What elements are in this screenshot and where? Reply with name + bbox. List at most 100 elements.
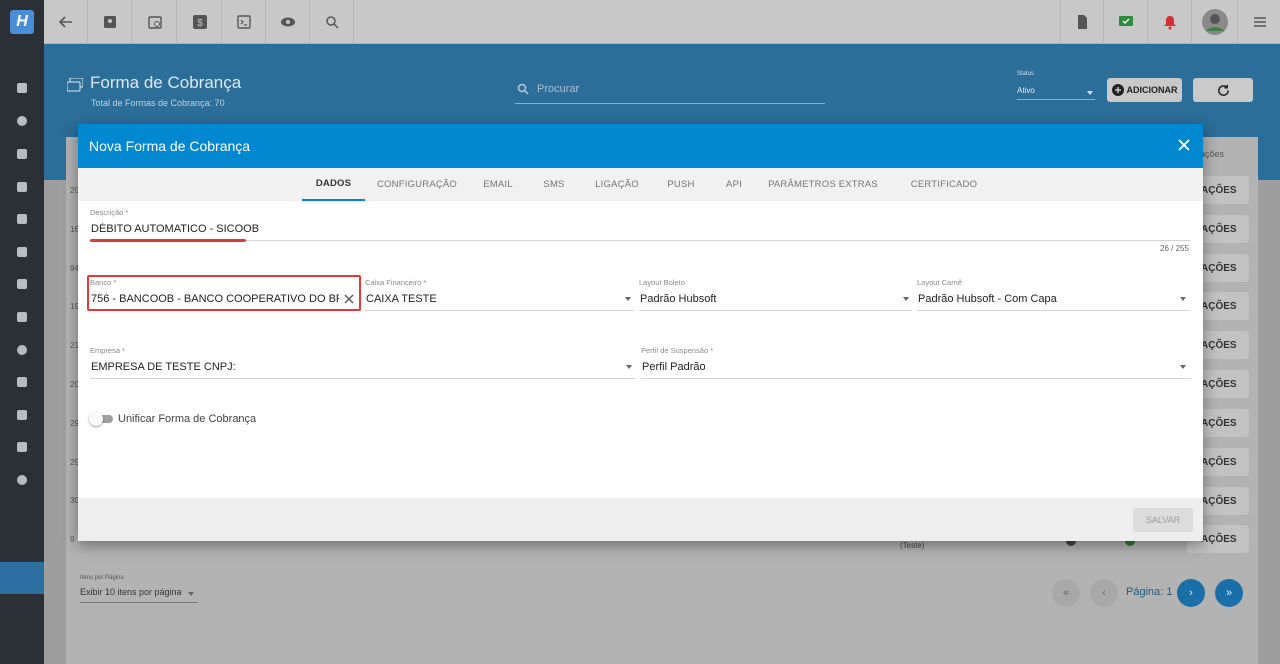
tab-parametros-extras[interactable]: PARÂMETROS EXTRAS xyxy=(766,168,880,201)
refresh-button[interactable] xyxy=(1193,78,1253,102)
layout-carne-underline xyxy=(917,310,1191,311)
table-row-id: 9 xyxy=(70,535,75,544)
sidebar-active-item[interactable] xyxy=(0,562,44,594)
sidebar-chart-icon[interactable] xyxy=(17,116,27,126)
descricao-label: Descrição * xyxy=(90,208,129,217)
close-icon xyxy=(1178,139,1190,151)
terminal-button[interactable] xyxy=(222,0,266,44)
sidebar-list-icon[interactable] xyxy=(17,377,27,387)
status-value: Ativo xyxy=(1017,86,1035,95)
highlight-box xyxy=(87,275,361,311)
sidebar-network-icon[interactable] xyxy=(17,410,27,420)
tab-push[interactable]: PUSH xyxy=(661,168,701,201)
sidebar-gear-icon[interactable] xyxy=(17,475,27,485)
empresa-underline xyxy=(90,378,635,379)
sidebar-money-icon[interactable] xyxy=(17,312,27,322)
tab-dados[interactable]: DADOS xyxy=(302,168,365,201)
empresa-label: Empresa * xyxy=(90,346,126,355)
items-per-page-label: Itens por Página xyxy=(80,575,124,581)
perfil-label: Perfil de Suspensão * xyxy=(641,346,714,355)
sidebar-dashboard-icon[interactable] xyxy=(17,83,27,93)
caixa-label: Caixa Financeiro * xyxy=(365,278,427,287)
prev-page-button[interactable]: ‹ xyxy=(1090,579,1118,607)
tab-ligacao[interactable]: LIGAÇÃO xyxy=(588,168,646,201)
messages-button[interactable] xyxy=(1104,0,1148,44)
add-button[interactable]: ADICIONAR xyxy=(1107,78,1182,102)
chevron-right-icon: › xyxy=(1189,587,1193,599)
tab-sms[interactable]: SMS xyxy=(534,168,574,201)
finance-button[interactable]: $ xyxy=(178,0,222,44)
search-icon xyxy=(325,16,339,29)
menu-button[interactable] xyxy=(1238,0,1280,44)
char-counter: 26 / 255 xyxy=(1160,244,1189,253)
arrow-left-icon xyxy=(58,16,72,28)
dollar-icon: $ xyxy=(192,15,207,29)
items-per-page-select[interactable]: Exibir 10 itens por página xyxy=(80,587,198,603)
unificar-toggle[interactable] xyxy=(89,412,113,426)
sidebar-box-icon[interactable] xyxy=(17,279,27,289)
bell-icon xyxy=(1163,16,1176,30)
back-button[interactable] xyxy=(44,0,88,44)
calendar-button[interactable] xyxy=(133,0,177,44)
caixa-select[interactable]: CAIXA TESTE xyxy=(366,293,606,305)
refresh-icon xyxy=(1217,84,1229,96)
descricao-underline xyxy=(90,240,1191,241)
sidebar-desktop-icon[interactable] xyxy=(17,182,27,192)
eye-icon xyxy=(280,17,295,27)
chevron-down-icon xyxy=(903,297,909,301)
search-button[interactable] xyxy=(310,0,354,44)
page-indicator: Página: 1 xyxy=(1126,586,1173,598)
perfil-select[interactable]: Perfil Padrão xyxy=(642,361,1162,373)
app-logo[interactable]: H xyxy=(10,10,34,34)
calendar-clock-icon xyxy=(147,16,162,29)
sidebar-document-icon[interactable] xyxy=(17,442,27,452)
user-menu[interactable] xyxy=(1192,0,1238,44)
view-button[interactable] xyxy=(266,0,310,44)
layout-boleto-label: Layout Boleto xyxy=(639,278,685,287)
last-page-button[interactable]: » xyxy=(1215,579,1243,607)
search-icon xyxy=(517,83,529,95)
contacts-button[interactable] xyxy=(88,0,132,44)
chat-check-icon xyxy=(1118,16,1133,26)
left-sidebar: H xyxy=(0,0,44,664)
perfil-underline xyxy=(641,378,1191,379)
status-select[interactable]: Ativo xyxy=(1017,86,1095,100)
layout-carne-label: Layout Carnê xyxy=(917,278,963,287)
pdf-button[interactable] xyxy=(1060,0,1104,44)
tab-configuracao[interactable]: CONFIGURAÇÃO xyxy=(372,168,462,201)
terminal-icon xyxy=(236,15,251,29)
avatar-icon xyxy=(1201,9,1228,35)
first-page-button[interactable]: « xyxy=(1052,579,1080,607)
toggle-knob xyxy=(89,412,103,426)
chevron-down-icon xyxy=(1087,91,1093,95)
dialog-header: Nova Forma de Cobrança xyxy=(78,124,1203,168)
sidebar-briefcase-icon[interactable] xyxy=(17,247,27,257)
tab-certificado[interactable]: CERTIFICADO xyxy=(896,168,992,201)
tab-email[interactable]: EMAIL xyxy=(476,168,520,201)
list-menu-icon xyxy=(1254,17,1266,27)
sidebar-user-icon[interactable] xyxy=(17,345,27,355)
layout-boleto-select[interactable]: Padrão Hubsoft xyxy=(640,293,890,305)
sidebar-contacts-icon[interactable] xyxy=(17,149,27,159)
layout-carne-select[interactable]: Padrão Hubsoft - Com Capa xyxy=(918,293,1168,305)
save-button[interactable]: SALVAR xyxy=(1133,508,1193,532)
descricao-input[interactable]: DÉBITO AUTOMATICO - SICOOB xyxy=(91,223,1191,235)
alarms-button[interactable] xyxy=(1148,0,1192,44)
close-button[interactable] xyxy=(1175,136,1193,154)
items-per-page-value: Exibir 10 itens por página xyxy=(80,587,182,597)
chevron-down-icon xyxy=(626,365,632,369)
chevron-down-icon xyxy=(625,297,631,301)
empresa-select[interactable]: EMPRESA DE TESTE CNPJ: xyxy=(91,361,611,373)
caixa-underline xyxy=(365,310,634,311)
search-input[interactable]: Procurar xyxy=(515,80,825,104)
dialog-title: Nova Forma de Cobrança xyxy=(89,138,251,154)
acoes-column-header: ações xyxy=(1200,149,1225,159)
sidebar-calendar-icon[interactable] xyxy=(17,214,27,224)
chevron-down-icon xyxy=(188,592,194,596)
cards-icon xyxy=(67,78,83,92)
tab-api[interactable]: API xyxy=(718,168,750,201)
search-placeholder: Procurar xyxy=(537,83,580,95)
dialog-tabs: DADOS CONFIGURAÇÃO EMAIL SMS LIGAÇÃO PUS… xyxy=(78,168,1203,201)
chevron-down-icon xyxy=(1180,297,1186,301)
next-page-button[interactable]: › xyxy=(1177,579,1205,607)
